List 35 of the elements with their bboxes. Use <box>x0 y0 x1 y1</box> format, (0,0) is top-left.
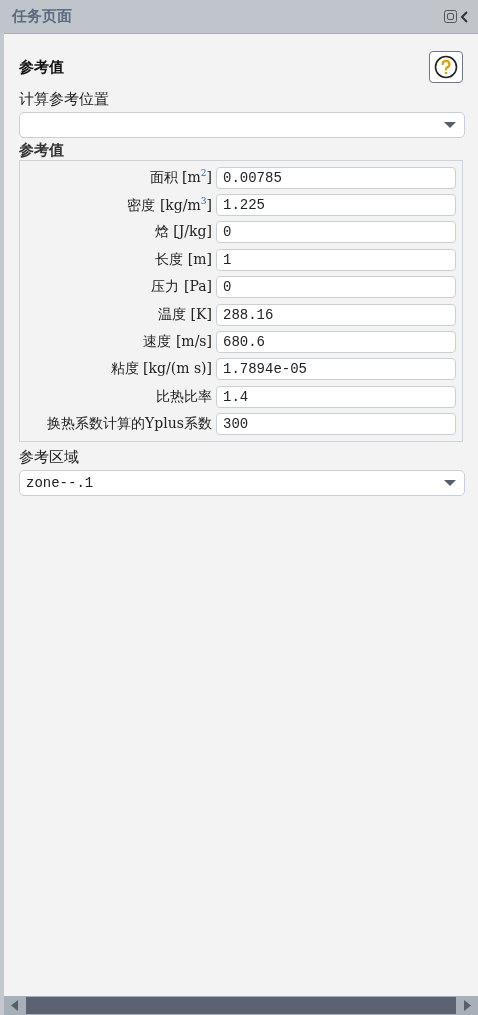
window-title: 任务页面 <box>12 7 73 26</box>
scrollbar-thumb[interactable] <box>26 997 456 1014</box>
collapse-icon[interactable] <box>460 10 470 23</box>
field-label: 压力 [Pa] <box>150 278 212 297</box>
input-field[interactable]: 0.00785 <box>216 166 456 189</box>
input-field[interactable]: 1.7894e-05 <box>216 358 456 381</box>
question-icon <box>434 55 458 79</box>
field-label: 比热比率 <box>155 387 212 406</box>
field-label: 粘度 [kg/(m s)] <box>109 360 212 379</box>
horizontal-scrollbar[interactable] <box>4 996 478 1015</box>
input-field[interactable]: 1 <box>216 248 456 271</box>
group-label: 参考值 <box>19 141 65 160</box>
input-field[interactable]: 0 <box>216 276 456 299</box>
field-label: 速度 [m/s] <box>142 333 212 352</box>
dropdown-field[interactable]: zone--.1 <box>19 469 465 496</box>
caret-icon <box>444 478 456 487</box>
dropdown-field[interactable] <box>19 112 465 138</box>
field-label: 面积 [m$^{2}$] <box>148 168 212 187</box>
field-label: 计算参考位置 <box>19 90 110 109</box>
field-label: 温度 [K] <box>157 305 212 324</box>
help-button[interactable] <box>429 51 463 83</box>
section-title: 参考值 <box>19 57 64 77</box>
input-field[interactable]: 1.4 <box>216 385 456 408</box>
input-field[interactable]: 680.6 <box>216 331 456 354</box>
field-label: 长度 [m] <box>154 250 212 269</box>
input-field[interactable]: 1.225 <box>216 194 456 217</box>
float-window-icon[interactable] <box>444 10 457 23</box>
input-field[interactable]: 300 <box>216 413 456 436</box>
field-label: 焓 [J/kg] <box>153 223 212 242</box>
input-field[interactable]: 288.16 <box>216 303 456 326</box>
field-label: 换热系数计算的Yplus系数 <box>46 415 212 434</box>
input-field[interactable]: 0 <box>216 221 456 244</box>
field-label: 密度 [kg/m$^{3}$] <box>126 195 212 215</box>
caret-icon <box>444 121 456 129</box>
field-label: 参考区域 <box>19 447 80 467</box>
